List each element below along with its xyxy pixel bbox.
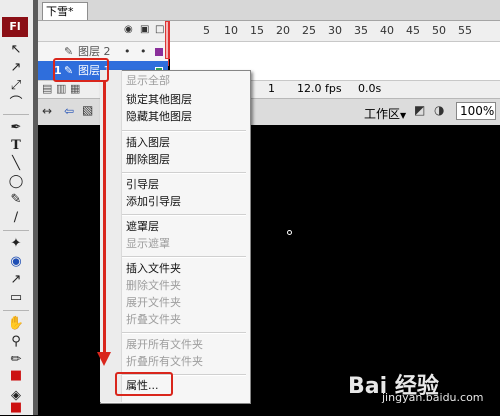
timeline-header: ◉ ▣ □ 5 10 15 20 25 30 35 40 45 50 55	[38, 21, 500, 42]
bone-tool-icon[interactable]: ✦	[5, 236, 27, 252]
fill-swatch-icon[interactable]: ■	[5, 400, 27, 416]
tools-divider	[3, 230, 29, 231]
chevron-down-icon: ▼	[400, 111, 407, 120]
frame-number: 15	[250, 24, 264, 37]
elapsed-time: 0.0s	[358, 82, 382, 95]
hand-tool-icon[interactable]: ✋	[5, 316, 27, 332]
flash-logo: Fl	[2, 17, 28, 37]
stroke-color-icon[interactable]: ✏	[5, 352, 27, 368]
text-tool-icon[interactable]: T	[5, 138, 27, 154]
menu-item-lock-others[interactable]: 锁定其他图层	[126, 92, 192, 108]
frame-number: 25	[302, 24, 316, 37]
workspace-button[interactable]: 工作区▼	[364, 105, 406, 122]
scene-icon[interactable]: ↔	[42, 104, 52, 118]
outline-color-icon[interactable]	[155, 48, 163, 56]
frame-number: 5	[203, 24, 210, 37]
tools-divider	[3, 114, 29, 115]
line-tool-icon[interactable]: ╲	[5, 156, 27, 172]
menu-item-delete-folder[interactable]: 删除文件夹	[126, 278, 181, 294]
annotation-arrow	[103, 80, 106, 360]
lock-dot-icon[interactable]: •	[140, 42, 147, 61]
menu-item-show-all[interactable]: 显示全部	[126, 73, 170, 89]
eraser-tool-icon[interactable]: ▭	[5, 290, 27, 306]
selection-tool-icon[interactable]: ↖	[5, 42, 27, 58]
menu-item-show-mask[interactable]: 显示遮罩	[126, 236, 170, 252]
edit-layers-icon[interactable]: ◑	[434, 103, 444, 117]
brush-tool-icon[interactable]: ∕	[5, 210, 27, 226]
properties-highlight-box	[115, 372, 173, 396]
new-layer-icon[interactable]: ▤	[42, 82, 52, 95]
menu-item-expand-folder[interactable]: 展开文件夹	[126, 295, 181, 311]
frame-number: 55	[458, 24, 472, 37]
frame-number: 50	[432, 24, 446, 37]
tools-divider	[3, 310, 29, 311]
stroke-swatch-icon[interactable]: ■	[5, 368, 27, 384]
menu-separator	[122, 172, 246, 174]
lasso-tool-icon[interactable]: ⌒	[5, 96, 27, 112]
pencil-tool-icon[interactable]: ✎	[5, 192, 27, 208]
frame-number: 45	[406, 24, 420, 37]
annotation-arrow-head	[97, 352, 111, 366]
layer-highlight-box	[53, 58, 109, 82]
free-transform-tool-icon[interactable]: ⤢	[5, 78, 27, 94]
outline-icon[interactable]: □	[155, 24, 164, 35]
frame-number: 10	[224, 24, 238, 37]
menu-item-insert-layer[interactable]: 插入图层	[126, 135, 170, 151]
menu-separator	[122, 256, 246, 258]
frame-number: 35	[354, 24, 368, 37]
document-tab[interactable]: 下雪*	[42, 2, 88, 20]
menu-item-collapse-folder[interactable]: 折叠文件夹	[126, 312, 181, 328]
edit-scene-icon[interactable]: ▧	[82, 103, 93, 117]
edit-symbols-icon[interactable]: ◩	[414, 103, 425, 117]
crosshair-cursor-icon	[287, 230, 292, 235]
watermark-url: jingyan.baidu.com	[382, 391, 484, 404]
zoom-tool-icon[interactable]: ⚲	[5, 334, 27, 350]
frame-number: 20	[276, 24, 290, 37]
menu-separator	[122, 214, 246, 216]
frame-rate: 12.0 fps	[297, 82, 342, 95]
back-arrow-icon[interactable]: ⇦	[64, 104, 74, 118]
subselection-tool-icon[interactable]: ↗	[5, 60, 27, 76]
lock-icon[interactable]: ▣	[140, 24, 149, 35]
paint-bucket-tool-icon[interactable]: ◉	[5, 254, 27, 270]
pen-tool-icon[interactable]: ✒	[5, 120, 27, 136]
menu-item-expand-all-folders[interactable]: 展开所有文件夹	[126, 337, 203, 353]
oval-tool-icon[interactable]: ◯	[5, 174, 27, 190]
new-folder-icon[interactable]: ▥	[56, 82, 66, 95]
frame-number: 30	[328, 24, 342, 37]
menu-item-insert-folder[interactable]: 插入文件夹	[126, 261, 181, 277]
menu-separator	[122, 332, 246, 334]
delete-layer-icon[interactable]: ▦	[70, 82, 80, 95]
menu-item-delete-layer[interactable]: 删除图层	[126, 152, 170, 168]
menu-item-mask-layer[interactable]: 遮罩层	[126, 219, 159, 235]
menu-item-add-motion-guide[interactable]: 添加引导层	[126, 194, 181, 210]
workspace-label: 工作区	[364, 107, 401, 121]
playhead-line	[168, 21, 169, 66]
zoom-field[interactable]: 100%	[456, 102, 496, 120]
eye-icon[interactable]: ◉	[124, 24, 133, 35]
menu-item-hide-others[interactable]: 隐藏其他图层	[126, 109, 192, 125]
frame-number: 40	[380, 24, 394, 37]
visibility-dot-icon[interactable]: •	[124, 42, 131, 61]
current-frame: 1	[268, 82, 275, 95]
document-tab-bar	[38, 0, 500, 21]
menu-separator	[122, 130, 246, 132]
eyedropper-tool-icon[interactable]: ↗	[5, 272, 27, 288]
menu-item-collapse-all-folders[interactable]: 折叠所有文件夹	[126, 354, 203, 370]
menu-item-guide-layer[interactable]: 引导层	[126, 177, 159, 193]
